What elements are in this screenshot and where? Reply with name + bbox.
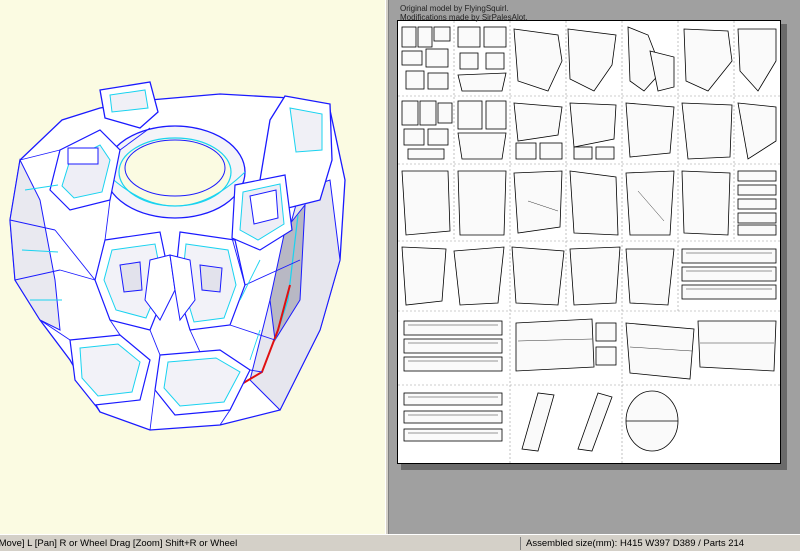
unfolded-parts [398, 21, 780, 463]
credit-original-model: Original model by FlyingSquirl. [400, 4, 509, 13]
status-bar: [Move] L [Pan] R or Wheel Drag [Zoom] Sh… [0, 534, 800, 551]
credit-modifications: Modifications made by SirPalesAlot. [400, 13, 528, 22]
status-mouse-hints: [Move] L [Pan] R or Wheel Drag [Zoom] Sh… [0, 538, 238, 549]
pattern-sheet[interactable] [397, 20, 781, 464]
3d-model-viewport[interactable] [0, 0, 385, 534]
status-separator [520, 537, 521, 550]
armor-model-wireframe [9, 81, 346, 431]
status-assembled-size: Assembled size(mm): H415 W397 D389 / Par… [526, 538, 745, 549]
